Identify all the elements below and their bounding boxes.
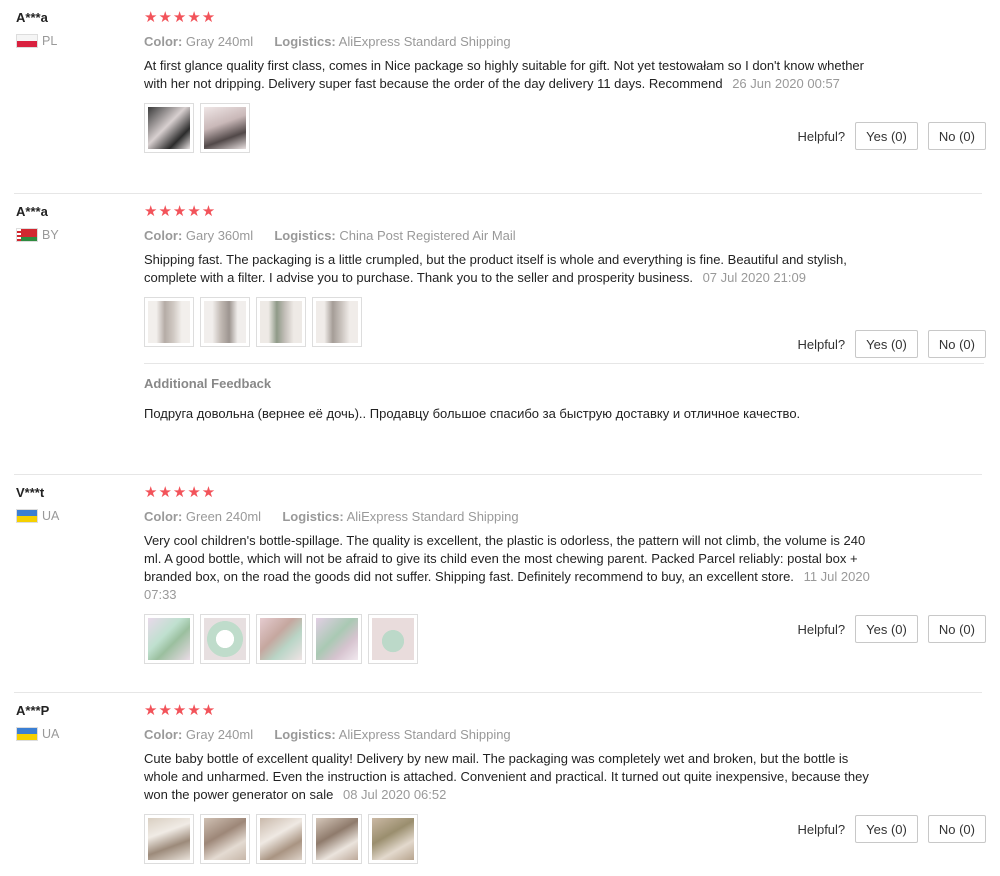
review-photo-thumbnail[interactable]	[144, 614, 194, 664]
star-rating: ★★★★★	[144, 484, 217, 501]
review-item: A***P UA ★★★★★ Color: Gray 240ml Logisti…	[14, 693, 986, 876]
helpful-yes-button[interactable]: Yes (0)	[855, 615, 918, 643]
review-date: 26 Jun 2020 00:57	[732, 76, 840, 91]
review-body: Very cool children's bottle-spillage. Th…	[144, 533, 866, 584]
review-photo-thumbnail[interactable]	[312, 614, 362, 664]
helpful-voting: Helpful? Yes (0) No (0)	[797, 815, 986, 843]
reviewer-country: BY	[16, 228, 136, 242]
reviewer-name: A***a	[16, 10, 48, 25]
logistics-value: AliExpress Standard Shipping	[338, 727, 511, 742]
review-date: 08 Jul 2020 06:52	[342, 787, 447, 802]
reviewer-name: A***a	[16, 204, 48, 219]
reviewer-info: A***a PL	[16, 10, 136, 48]
review-photo-thumbnail[interactable]	[256, 614, 306, 664]
review-photo-thumbnail[interactable]	[200, 297, 250, 347]
review-photo-thumbnail[interactable]	[256, 814, 306, 864]
logistics-value: AliExpress Standard Shipping	[338, 34, 511, 49]
helpful-label: Helpful?	[797, 821, 846, 837]
order-attributes: Color: Gray 240ml Logistics: AliExpress …	[144, 727, 984, 742]
color-label: Color:	[144, 509, 183, 524]
helpful-yes-button[interactable]: Yes (0)	[855, 122, 918, 150]
country-code: UA	[42, 509, 60, 523]
helpful-voting: Helpful? Yes (0) No (0)	[797, 615, 986, 643]
logistics-label: Logistics:	[274, 34, 336, 49]
helpful-no-button[interactable]: No (0)	[927, 615, 986, 643]
logistics-value: China Post Registered Air Mail	[339, 228, 516, 243]
additional-feedback-text: Подруга довольна (вернее её дочь).. Прод…	[144, 406, 801, 421]
color-label: Color:	[144, 727, 183, 742]
review-item: A***a BY ★★★★★ Color: Gary 360ml Logisti…	[14, 194, 986, 475]
review-content: ★★★★★ Color: Green 240ml Logistics: AliE…	[144, 475, 986, 682]
helpful-label: Helpful?	[797, 336, 846, 352]
logistics-value: AliExpress Standard Shipping	[346, 509, 519, 524]
logistics-label: Logistics:	[282, 509, 344, 524]
helpful-label: Helpful?	[797, 621, 846, 637]
review-photo-thumbnail[interactable]	[144, 103, 194, 153]
review-content: ★★★★★ Color: Gray 240ml Logistics: AliEx…	[144, 0, 986, 171]
flag-ua-icon	[16, 509, 38, 523]
review-photo-thumbnail[interactable]	[312, 297, 362, 347]
helpful-yes-button[interactable]: Yes (0)	[855, 330, 918, 358]
helpful-yes-button[interactable]: Yes (0)	[855, 815, 918, 843]
review-item: A***a PL ★★★★★ Color: Gray 240ml Logisti…	[14, 0, 986, 194]
helpful-label: Helpful?	[797, 128, 846, 144]
color-label: Color:	[144, 228, 183, 243]
helpful-no-button[interactable]: No (0)	[927, 330, 986, 358]
review-photo-thumbnail[interactable]	[312, 814, 362, 864]
review-photo-thumbnail[interactable]	[144, 814, 194, 864]
reviewer-name: V***t	[16, 485, 45, 500]
color-value: Gray 240ml	[185, 34, 254, 49]
review-photo-thumbnail[interactable]	[256, 297, 306, 347]
star-rating: ★★★★★	[144, 203, 217, 220]
country-code: UA	[42, 727, 60, 741]
review-text: Shipping fast. The packaging is a little…	[144, 251, 874, 287]
helpful-no-button[interactable]: No (0)	[927, 815, 986, 843]
review-text: At first glance quality first class, com…	[144, 57, 874, 93]
order-attributes: Color: Green 240ml Logistics: AliExpress…	[144, 509, 984, 524]
color-value: Green 240ml	[185, 509, 262, 524]
helpful-no-button[interactable]: No (0)	[927, 122, 986, 150]
reviewer-info: V***t UA	[16, 485, 136, 523]
helpful-voting: Helpful? Yes (0) No (0)	[797, 122, 986, 150]
review-photo-thumbnail[interactable]	[200, 814, 250, 864]
review-photo-thumbnail[interactable]	[200, 103, 250, 153]
logistics-label: Logistics:	[274, 727, 336, 742]
review-photo-thumbnail[interactable]	[144, 297, 194, 347]
review-body: Cute baby bottle of excellent quality! D…	[144, 751, 869, 802]
reviewer-country: UA	[16, 727, 136, 741]
reviewer-info: A***P UA	[16, 703, 136, 741]
star-rating: ★★★★★	[144, 702, 217, 719]
review-content: ★★★★★ Color: Gray 240ml Logistics: AliEx…	[144, 693, 986, 876]
review-photo-thumbnail[interactable]	[368, 814, 418, 864]
flag-pl-icon	[16, 34, 38, 48]
reviewer-country: UA	[16, 509, 136, 523]
additional-feedback-title: Additional Feedback	[144, 376, 272, 391]
review-text: Cute baby bottle of excellent quality! D…	[144, 750, 874, 804]
logistics-label: Logistics:	[274, 228, 336, 243]
order-attributes: Color: Gary 360ml Logistics: China Post …	[144, 228, 984, 243]
review-photo-thumbnail[interactable]	[200, 614, 250, 664]
review-item: V***t UA ★★★★★ Color: Green 240ml Logist…	[14, 475, 986, 693]
review-date: 07 Jul 2020 21:09	[702, 270, 806, 285]
flag-by-icon	[16, 228, 38, 242]
country-code: PL	[42, 34, 58, 48]
additional-feedback: Additional Feedback Подруга довольна (ве…	[144, 363, 984, 423]
helpful-voting: Helpful? Yes (0) No (0)	[797, 330, 986, 358]
reviewer-country: PL	[16, 34, 136, 48]
star-rating: ★★★★★	[144, 9, 217, 26]
color-label: Color:	[144, 34, 183, 49]
flag-ua-icon	[16, 727, 38, 741]
color-value: Gray 240ml	[185, 727, 254, 742]
review-photo-thumbnail[interactable]	[368, 614, 418, 664]
review-text: Very cool children's bottle-spillage. Th…	[144, 532, 874, 604]
order-attributes: Color: Gray 240ml Logistics: AliExpress …	[144, 34, 984, 49]
reviewer-name: A***P	[16, 703, 50, 718]
color-value: Gary 360ml	[185, 228, 254, 243]
country-code: BY	[42, 228, 59, 242]
review-content: ★★★★★ Color: Gary 360ml Logistics: China…	[144, 194, 986, 441]
reviewer-info: A***a BY	[16, 204, 136, 242]
